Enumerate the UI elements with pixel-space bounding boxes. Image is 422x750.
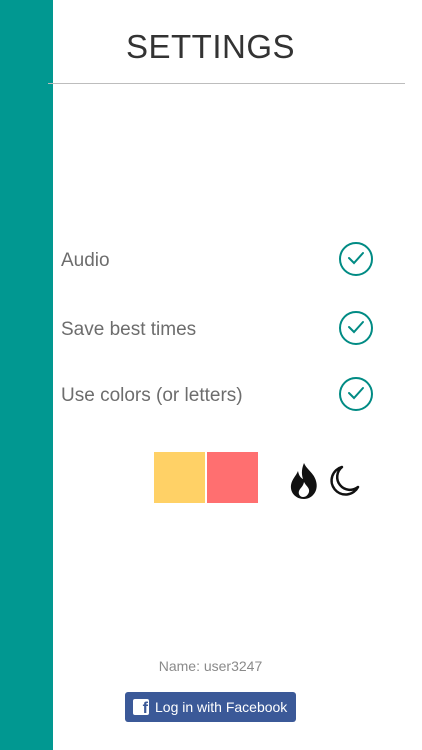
user-name: Name: user3247 [158,658,263,674]
facebook-login-label: Log in with Facebook [155,699,288,715]
use-colors-toggle[interactable] [339,377,373,411]
check-icon [348,252,364,265]
moon-icon[interactable] [329,465,361,497]
yellow-color-swatch[interactable] [154,452,205,503]
title-divider [48,83,405,84]
facebook-login-button[interactable]: f Log in with Facebook [125,692,296,722]
red-color-swatch[interactable] [207,452,258,503]
setting-label-audio: Audio [61,250,110,271]
setting-row-audio: Audio [61,242,381,282]
setting-row-save-best-times: Save best times [61,311,381,351]
setting-label-use-colors: Use colors (or letters) [61,385,243,406]
setting-row-use-colors: Use colors (or letters) [61,377,381,417]
page-title: SETTINGS [125,28,296,65]
setting-label-save-best-times: Save best times [61,319,197,340]
facebook-icon: f [133,699,149,715]
save-best-times-toggle[interactable] [339,311,373,345]
audio-toggle[interactable] [339,242,373,276]
side-strip [0,0,53,750]
check-icon [348,387,364,400]
check-icon [348,321,364,334]
flame-icon[interactable] [289,462,321,500]
